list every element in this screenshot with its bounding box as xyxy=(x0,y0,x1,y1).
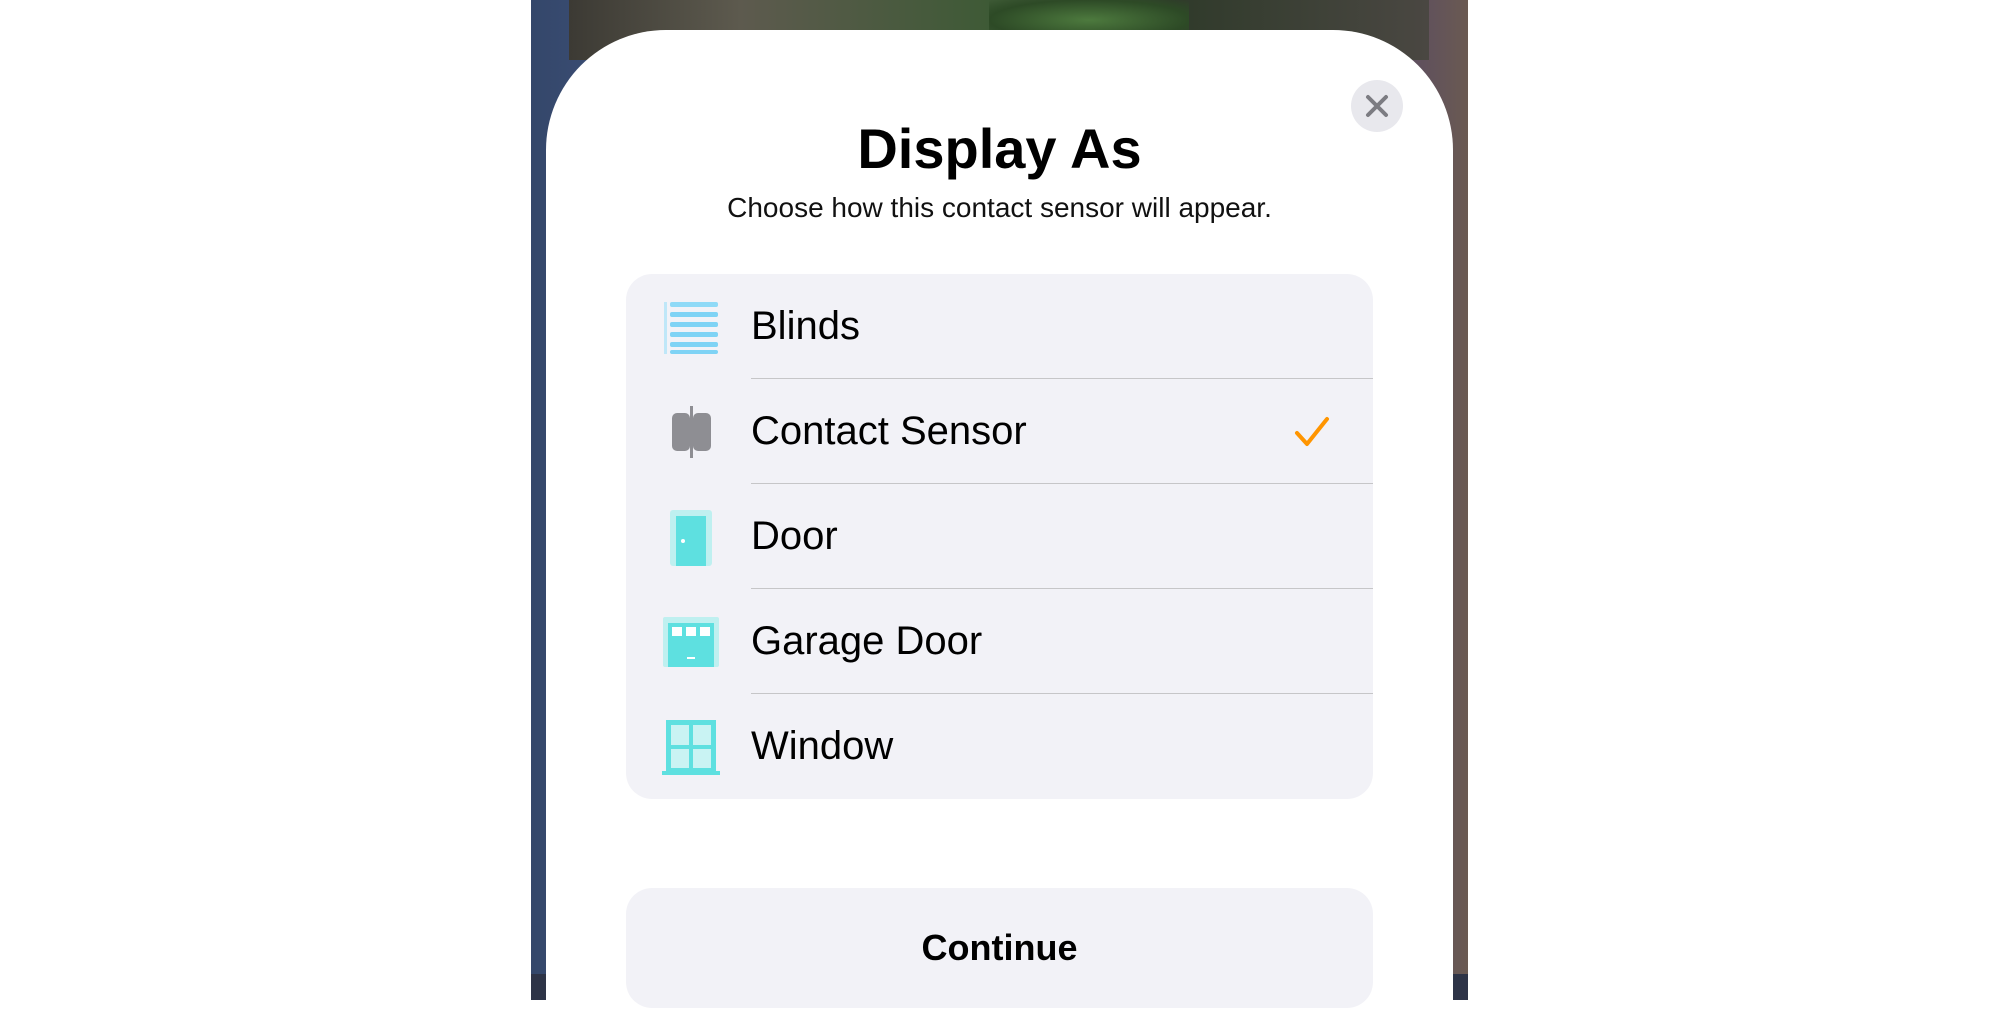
option-label: Contact Sensor xyxy=(751,409,1027,453)
option-contact-sensor[interactable]: Contact Sensor xyxy=(626,379,1373,484)
option-label: Blinds xyxy=(751,304,860,348)
checkmark-icon xyxy=(1295,417,1329,446)
door-icon xyxy=(670,510,712,566)
continue-button[interactable]: Continue xyxy=(626,888,1373,1008)
contact-sensor-icon xyxy=(672,406,711,458)
display-as-sheet: Display As Choose how this contact senso… xyxy=(546,30,1453,1020)
sheet-title: Display As xyxy=(857,117,1142,180)
window-icon xyxy=(662,720,720,775)
display-options-list: Blinds Contact Sensor Door Garage Door W… xyxy=(626,274,1373,799)
option-window[interactable]: Window xyxy=(626,694,1373,799)
option-garage-door[interactable]: Garage Door xyxy=(626,589,1373,694)
option-label: Garage Door xyxy=(751,619,983,663)
sheet-subtitle: Choose how this contact sensor will appe… xyxy=(727,192,1272,223)
blinds-icon xyxy=(664,302,718,354)
option-label: Window xyxy=(751,724,894,768)
option-blinds[interactable]: Blinds xyxy=(626,274,1373,379)
option-door[interactable]: Door xyxy=(626,484,1373,589)
garage-door-icon xyxy=(663,617,719,667)
option-label: Door xyxy=(751,514,838,558)
